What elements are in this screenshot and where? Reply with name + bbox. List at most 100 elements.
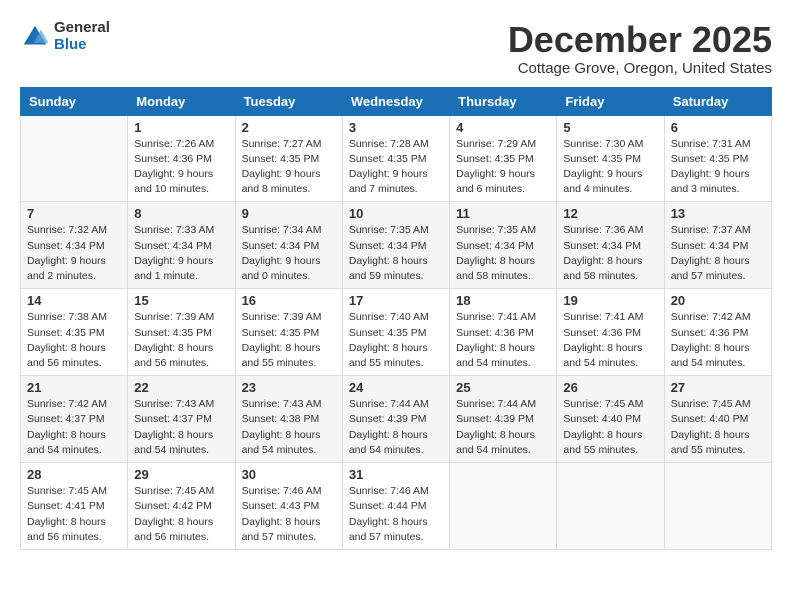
calendar-cell (664, 463, 771, 550)
day-info: Sunrise: 7:30 AM Sunset: 4:35 PM Dayligh… (563, 137, 657, 198)
location-subtitle: Cottage Grove, Oregon, United States (508, 60, 772, 77)
logo-blue-text: Blue (54, 37, 110, 54)
day-info: Sunrise: 7:29 AM Sunset: 4:35 PM Dayligh… (456, 137, 550, 198)
day-number: 11 (456, 206, 550, 221)
calendar-cell: 17 Sunrise: 7:40 AM Sunset: 4:35 PM Dayli… (342, 289, 449, 376)
calendar-header-row: SundayMondayTuesdayWednesdayThursdayFrid… (21, 87, 772, 115)
day-info: Sunrise: 7:42 AM Sunset: 4:36 PM Dayligh… (671, 310, 765, 371)
day-info: Sunrise: 7:33 AM Sunset: 4:34 PM Dayligh… (134, 223, 228, 284)
calendar-week-row: 1 Sunrise: 7:26 AM Sunset: 4:36 PM Daylig… (21, 115, 772, 202)
calendar-cell: 10Sunrise: 7:35 AM Sunset: 4:34 PM Dayli… (342, 202, 449, 289)
logo-text: General Blue (54, 20, 110, 53)
calendar-cell: 18 Sunrise: 7:41 AM Sunset: 4:36 PM Dayli… (450, 289, 557, 376)
day-number: 29 (134, 467, 228, 482)
day-number: 13 (671, 206, 765, 221)
day-header-tuesday: Tuesday (235, 87, 342, 115)
day-info: Sunrise: 7:44 AM Sunset: 4:39 PM Dayligh… (349, 397, 443, 458)
day-number: 16 (242, 293, 336, 308)
day-info: Sunrise: 7:42 AM Sunset: 4:37 PM Dayligh… (27, 397, 121, 458)
day-info: Sunrise: 7:35 AM Sunset: 4:34 PM Dayligh… (456, 223, 550, 284)
day-number: 14 (27, 293, 121, 308)
title-block: December 2025 Cottage Grove, Oregon, Uni… (508, 20, 772, 77)
day-number: 5 (563, 120, 657, 135)
calendar-cell: 20 Sunrise: 7:42 AM Sunset: 4:36 PM Dayli… (664, 289, 771, 376)
calendar-cell: 4 Sunrise: 7:29 AM Sunset: 4:35 PM Daylig… (450, 115, 557, 202)
calendar-cell: 24 Sunrise: 7:44 AM Sunset: 4:39 PM Dayli… (342, 376, 449, 463)
day-info: Sunrise: 7:46 AM Sunset: 4:43 PM Dayligh… (242, 484, 336, 545)
calendar-cell: 23Sunrise: 7:43 AM Sunset: 4:38 PM Dayli… (235, 376, 342, 463)
day-number: 19 (563, 293, 657, 308)
day-number: 3 (349, 120, 443, 135)
page-header: General Blue December 2025 Cottage Grove… (20, 20, 772, 77)
calendar-cell: 28Sunrise: 7:45 AM Sunset: 4:41 PM Dayli… (21, 463, 128, 550)
day-number: 1 (134, 120, 228, 135)
day-info: Sunrise: 7:31 AM Sunset: 4:35 PM Dayligh… (671, 137, 765, 198)
day-info: Sunrise: 7:43 AM Sunset: 4:37 PM Dayligh… (134, 397, 228, 458)
calendar-table: SundayMondayTuesdayWednesdayThursdayFrid… (20, 87, 772, 550)
day-info: Sunrise: 7:41 AM Sunset: 4:36 PM Dayligh… (563, 310, 657, 371)
day-info: Sunrise: 7:26 AM Sunset: 4:36 PM Dayligh… (134, 137, 228, 198)
calendar-cell: 3 Sunrise: 7:28 AM Sunset: 4:35 PM Daylig… (342, 115, 449, 202)
day-info: Sunrise: 7:44 AM Sunset: 4:39 PM Dayligh… (456, 397, 550, 458)
calendar-cell: 25 Sunrise: 7:44 AM Sunset: 4:39 PM Dayli… (450, 376, 557, 463)
day-header-monday: Monday (128, 87, 235, 115)
calendar-cell: 2Sunrise: 7:27 AM Sunset: 4:35 PM Daylig… (235, 115, 342, 202)
day-info: Sunrise: 7:45 AM Sunset: 4:40 PM Dayligh… (563, 397, 657, 458)
calendar-cell (450, 463, 557, 550)
calendar-cell: 13 Sunrise: 7:37 AM Sunset: 4:34 PM Dayli… (664, 202, 771, 289)
day-number: 24 (349, 380, 443, 395)
day-info: Sunrise: 7:40 AM Sunset: 4:35 PM Dayligh… (349, 310, 443, 371)
calendar-cell: 11 Sunrise: 7:35 AM Sunset: 4:34 PM Dayli… (450, 202, 557, 289)
day-header-friday: Friday (557, 87, 664, 115)
calendar-cell: 22 Sunrise: 7:43 AM Sunset: 4:37 PM Dayli… (128, 376, 235, 463)
day-number: 27 (671, 380, 765, 395)
day-number: 9 (242, 206, 336, 221)
day-header-thursday: Thursday (450, 87, 557, 115)
logo-icon (20, 22, 50, 52)
calendar-cell: 16 Sunrise: 7:39 AM Sunset: 4:35 PM Dayli… (235, 289, 342, 376)
calendar-cell (21, 115, 128, 202)
calendar-week-row: 21 Sunrise: 7:42 AM Sunset: 4:37 PM Dayli… (21, 376, 772, 463)
day-info: Sunrise: 7:32 AM Sunset: 4:34 PM Dayligh… (27, 223, 121, 284)
calendar-cell (557, 463, 664, 550)
day-info: Sunrise: 7:28 AM Sunset: 4:35 PM Dayligh… (349, 137, 443, 198)
day-header-sunday: Sunday (21, 87, 128, 115)
day-info: Sunrise: 7:37 AM Sunset: 4:34 PM Dayligh… (671, 223, 765, 284)
calendar-cell: 15Sunrise: 7:39 AM Sunset: 4:35 PM Dayli… (128, 289, 235, 376)
calendar-cell: 5 Sunrise: 7:30 AM Sunset: 4:35 PM Daylig… (557, 115, 664, 202)
day-info: Sunrise: 7:38 AM Sunset: 4:35 PM Dayligh… (27, 310, 121, 371)
calendar-cell: 29Sunrise: 7:45 AM Sunset: 4:42 PM Dayli… (128, 463, 235, 550)
day-number: 22 (134, 380, 228, 395)
calendar-cell: 27 Sunrise: 7:45 AM Sunset: 4:40 PM Dayli… (664, 376, 771, 463)
day-info: Sunrise: 7:46 AM Sunset: 4:44 PM Dayligh… (349, 484, 443, 545)
day-number: 21 (27, 380, 121, 395)
day-number: 30 (242, 467, 336, 482)
day-info: Sunrise: 7:36 AM Sunset: 4:34 PM Dayligh… (563, 223, 657, 284)
day-number: 4 (456, 120, 550, 135)
day-number: 25 (456, 380, 550, 395)
day-number: 7 (27, 206, 121, 221)
day-number: 10 (349, 206, 443, 221)
day-number: 18 (456, 293, 550, 308)
day-number: 12 (563, 206, 657, 221)
day-info: Sunrise: 7:45 AM Sunset: 4:41 PM Dayligh… (27, 484, 121, 545)
calendar-cell: 26Sunrise: 7:45 AM Sunset: 4:40 PM Dayli… (557, 376, 664, 463)
day-info: Sunrise: 7:39 AM Sunset: 4:35 PM Dayligh… (242, 310, 336, 371)
day-info: Sunrise: 7:43 AM Sunset: 4:38 PM Dayligh… (242, 397, 336, 458)
calendar-cell: 30 Sunrise: 7:46 AM Sunset: 4:43 PM Dayli… (235, 463, 342, 550)
calendar-week-row: 28Sunrise: 7:45 AM Sunset: 4:41 PM Dayli… (21, 463, 772, 550)
day-info: Sunrise: 7:45 AM Sunset: 4:40 PM Dayligh… (671, 397, 765, 458)
calendar-cell: 31Sunrise: 7:46 AM Sunset: 4:44 PM Dayli… (342, 463, 449, 550)
day-info: Sunrise: 7:41 AM Sunset: 4:36 PM Dayligh… (456, 310, 550, 371)
logo-general-text: General (54, 20, 110, 37)
day-number: 17 (349, 293, 443, 308)
day-number: 6 (671, 120, 765, 135)
day-number: 20 (671, 293, 765, 308)
logo: General Blue (20, 20, 110, 53)
month-title: December 2025 (508, 20, 772, 60)
day-info: Sunrise: 7:39 AM Sunset: 4:35 PM Dayligh… (134, 310, 228, 371)
calendar-cell: 1 Sunrise: 7:26 AM Sunset: 4:36 PM Daylig… (128, 115, 235, 202)
calendar-cell: 8 Sunrise: 7:33 AM Sunset: 4:34 PM Daylig… (128, 202, 235, 289)
day-number: 8 (134, 206, 228, 221)
calendar-cell: 6 Sunrise: 7:31 AM Sunset: 4:35 PM Daylig… (664, 115, 771, 202)
